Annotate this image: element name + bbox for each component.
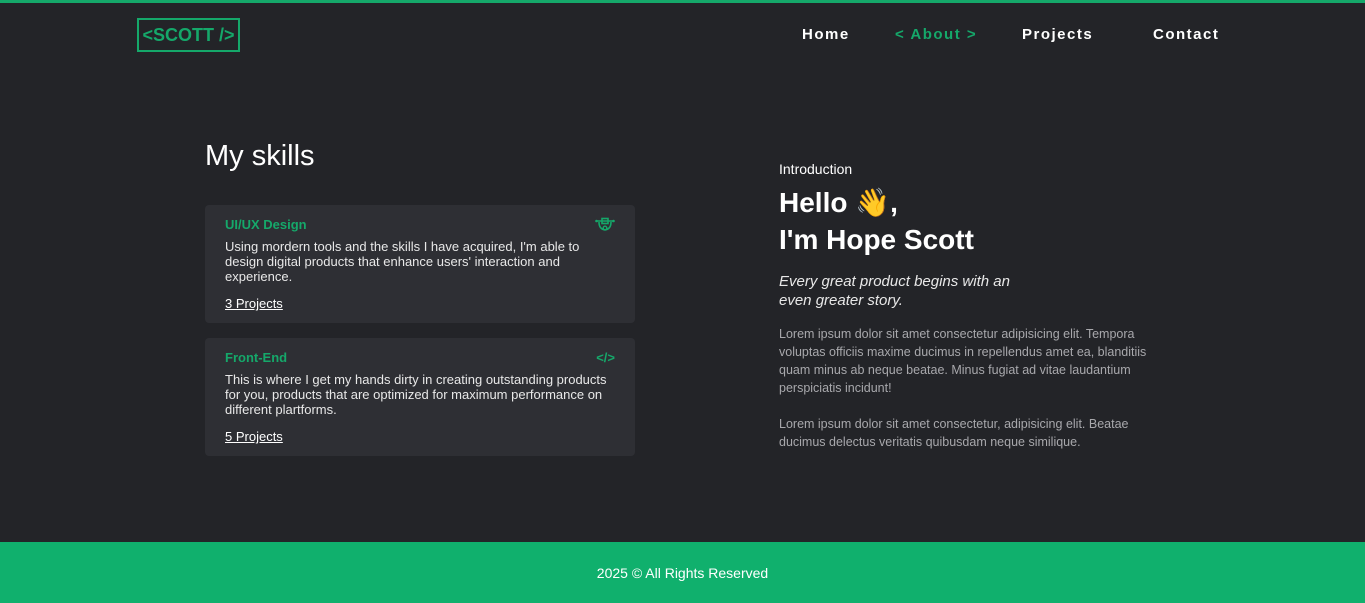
skill-title: Front-End [225,350,288,365]
nav-home[interactable]: Home [802,26,850,43]
skill-card-frontend: Front-End </> This is where I get my han… [205,338,635,456]
site-footer: 2025 © All Rights Reserved [0,542,1365,603]
nav-projects[interactable]: Projects [1022,26,1093,43]
skill-projects-link[interactable]: 5 Projects [225,429,283,444]
nav-contact[interactable]: Contact [1153,26,1219,43]
intro-paragraph: Lorem ipsum dolor sit amet consectetur a… [779,327,1147,395]
skill-card-uiux: UI/UX Design Using mordern tools and the… [205,205,635,323]
nav-about[interactable]: < About > [895,26,977,43]
hello-text: Hello [779,187,848,218]
design-tool-icon [593,217,615,232]
waving-hand-icon: 👋 [855,187,891,218]
intro-heading: Hello 👋, I'm Hope Scott [779,184,974,258]
top-accent-line [0,0,1365,3]
intro-tagline: Every great product begins with an even … [779,273,1010,309]
code-icon: </> [596,350,615,365]
hello-comma: , [890,187,898,218]
skill-title: UI/UX Design [225,217,307,232]
intro-label: Introduction [779,161,853,177]
skill-projects-link[interactable]: 3 Projects [225,296,283,311]
skill-description: This is where I get my hands dirty in cr… [225,372,607,417]
logo[interactable]: <SCOTT /> [137,18,240,52]
skill-description: Using mordern tools and the skills I hav… [225,239,580,284]
copyright-text: 2025 © All Rights Reserved [596,564,769,581]
skills-title: My skills [205,140,315,172]
intro-paragraph: Lorem ipsum dolor sit amet consectetur, … [779,417,1129,449]
intro-name: I'm Hope Scott [779,224,974,255]
